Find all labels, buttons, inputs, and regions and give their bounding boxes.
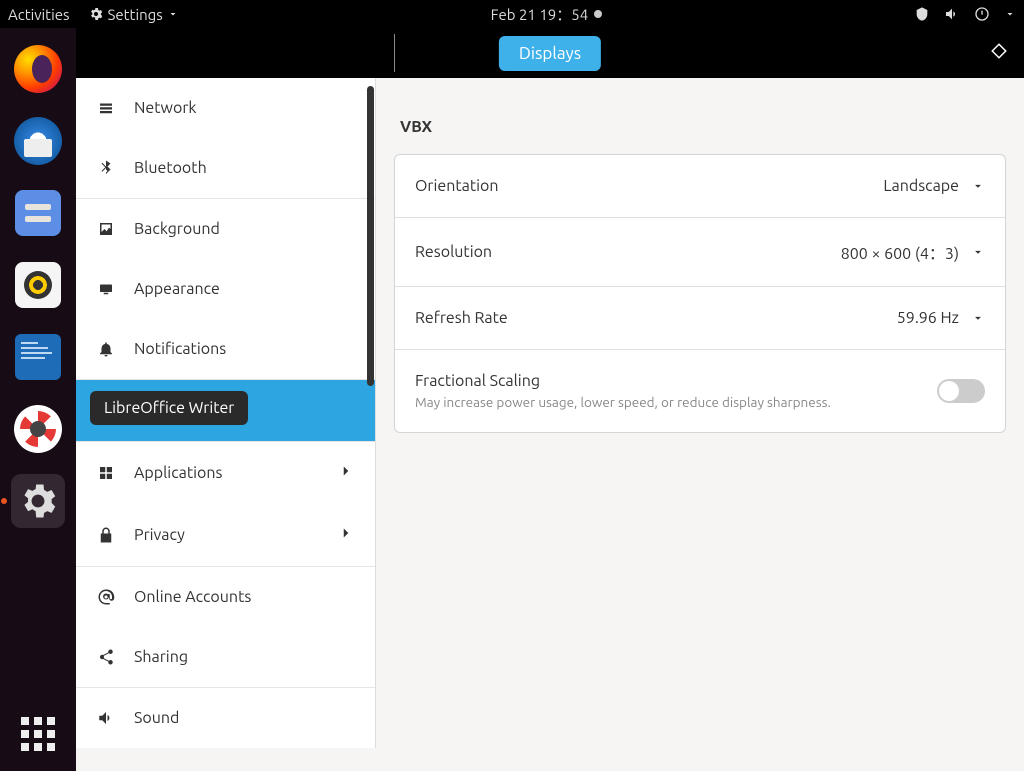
thunderbird-icon (14, 117, 62, 165)
grid-icon (21, 717, 55, 751)
chevron-down-icon (167, 6, 179, 22)
gear-icon (88, 6, 104, 22)
chevron-right-icon (337, 524, 355, 546)
app-menu-label: Settings (108, 6, 163, 23)
row-value: 59.96 Hz (897, 309, 959, 327)
chevron-down-icon[interactable] (1004, 6, 1016, 22)
chevron-down-icon (971, 179, 985, 193)
chevron-down-icon (971, 311, 985, 325)
window-header: Displays (76, 28, 1024, 78)
sidebar-item-sharing[interactable]: Sharing (76, 627, 375, 688)
dock-settings[interactable] (11, 474, 65, 528)
sidebar-item-network[interactable]: Network (76, 78, 375, 138)
sidebar-item-sound[interactable]: Sound (76, 688, 375, 748)
dock-libreoffice-writer[interactable] (11, 330, 65, 384)
sidebar-item-label: Notifications (134, 340, 226, 358)
network-icon (96, 98, 116, 118)
row-subtitle: May increase power usage, lower speed, o… (415, 394, 937, 410)
firefox-icon (14, 45, 62, 93)
resolution-row[interactable]: Resolution 800 × 600 (4：3) (395, 218, 1005, 287)
applications-icon (96, 463, 116, 483)
sidebar-item-privacy[interactable]: Privacy (76, 504, 375, 567)
sidebar-item-notifications[interactable]: Notifications (76, 319, 375, 380)
gear-icon (14, 477, 62, 525)
sidebar-item-bluetooth[interactable]: Bluetooth (76, 138, 375, 199)
display-settings-list: Orientation Landscape Resolution 800 × 6… (394, 154, 1006, 433)
orientation-row[interactable]: Orientation Landscape (395, 155, 1005, 218)
sidebar-item-appearance[interactable]: Appearance (76, 259, 375, 319)
dock (0, 28, 76, 771)
sidebar-scrollbar[interactable] (367, 86, 374, 386)
shield-icon[interactable] (914, 6, 930, 22)
window-title: Displays (499, 36, 601, 71)
row-label: Orientation (415, 177, 883, 195)
sidebar-item-label: Applications (134, 464, 222, 482)
libreoffice-writer-icon (15, 334, 61, 380)
sidebar-item-label: Sound (134, 709, 179, 727)
sidebar-item-label: Network (134, 99, 196, 117)
chevron-down-icon (971, 245, 985, 259)
bluetooth-icon (96, 158, 116, 178)
display-config-button[interactable] (990, 42, 1008, 64)
dock-thunderbird[interactable] (11, 114, 65, 168)
appearance-icon (96, 279, 116, 299)
fractional-scaling-row: Fractional Scaling May increase power us… (395, 350, 1005, 432)
sidebar-item-background[interactable]: Background (76, 199, 375, 259)
sidebar-item-label: Sharing (134, 648, 188, 666)
sidebar-item-active[interactable]: LibreOffice Writer (76, 380, 375, 442)
notification-dot (594, 10, 602, 18)
volume-icon[interactable] (944, 6, 960, 22)
help-icon (14, 405, 62, 453)
settings-window: Displays Network Bluetooth Background Ap… (76, 28, 1024, 771)
chevron-right-icon (337, 462, 355, 484)
at-icon (96, 587, 116, 607)
sidebar-item-online-accounts[interactable]: Online Accounts (76, 567, 375, 627)
clock[interactable]: Feb 21 19：54 (491, 4, 589, 25)
rhythmbox-icon (15, 262, 61, 308)
power-icon[interactable] (974, 6, 990, 22)
row-label: Fractional Scaling (415, 372, 937, 390)
dock-firefox[interactable] (11, 42, 65, 96)
sidebar-item-label: Privacy (134, 526, 185, 544)
display-name-heading: VBX (400, 118, 1006, 136)
share-icon (96, 647, 116, 667)
row-label: Refresh Rate (415, 309, 897, 327)
refresh-rate-row[interactable]: Refresh Rate 59.96 Hz (395, 287, 1005, 350)
tooltip: LibreOffice Writer (90, 391, 248, 425)
app-menu[interactable]: Settings (88, 6, 179, 23)
bell-icon (96, 339, 116, 359)
show-applications-button[interactable] (11, 707, 65, 761)
files-icon (15, 190, 61, 236)
sound-icon (96, 708, 116, 728)
sidebar-item-label: Appearance (134, 280, 220, 298)
diamond-icon (990, 42, 1008, 60)
dock-help[interactable] (11, 402, 65, 456)
background-icon (96, 219, 116, 239)
settings-sidebar[interactable]: Network Bluetooth Background Appearance … (76, 78, 376, 748)
fractional-scaling-switch[interactable] (937, 379, 985, 403)
row-value: 800 × 600 (4：3) (841, 240, 959, 264)
row-label: Resolution (415, 243, 841, 261)
sidebar-item-label: Background (134, 220, 220, 238)
top-bar: Activities Settings Feb 21 19：54 (0, 0, 1024, 28)
row-value: Landscape (883, 177, 959, 195)
dock-rhythmbox[interactable] (11, 258, 65, 312)
dock-files[interactable] (11, 186, 65, 240)
privacy-icon (96, 525, 116, 545)
activities-button[interactable]: Activities (8, 6, 70, 23)
sidebar-item-label: Online Accounts (134, 588, 251, 606)
header-divider (394, 34, 395, 72)
content-area: VBX Orientation Landscape Resolution 800… (376, 78, 1024, 771)
sidebar-item-label: Bluetooth (134, 159, 207, 177)
sidebar-item-applications[interactable]: Applications (76, 442, 375, 504)
